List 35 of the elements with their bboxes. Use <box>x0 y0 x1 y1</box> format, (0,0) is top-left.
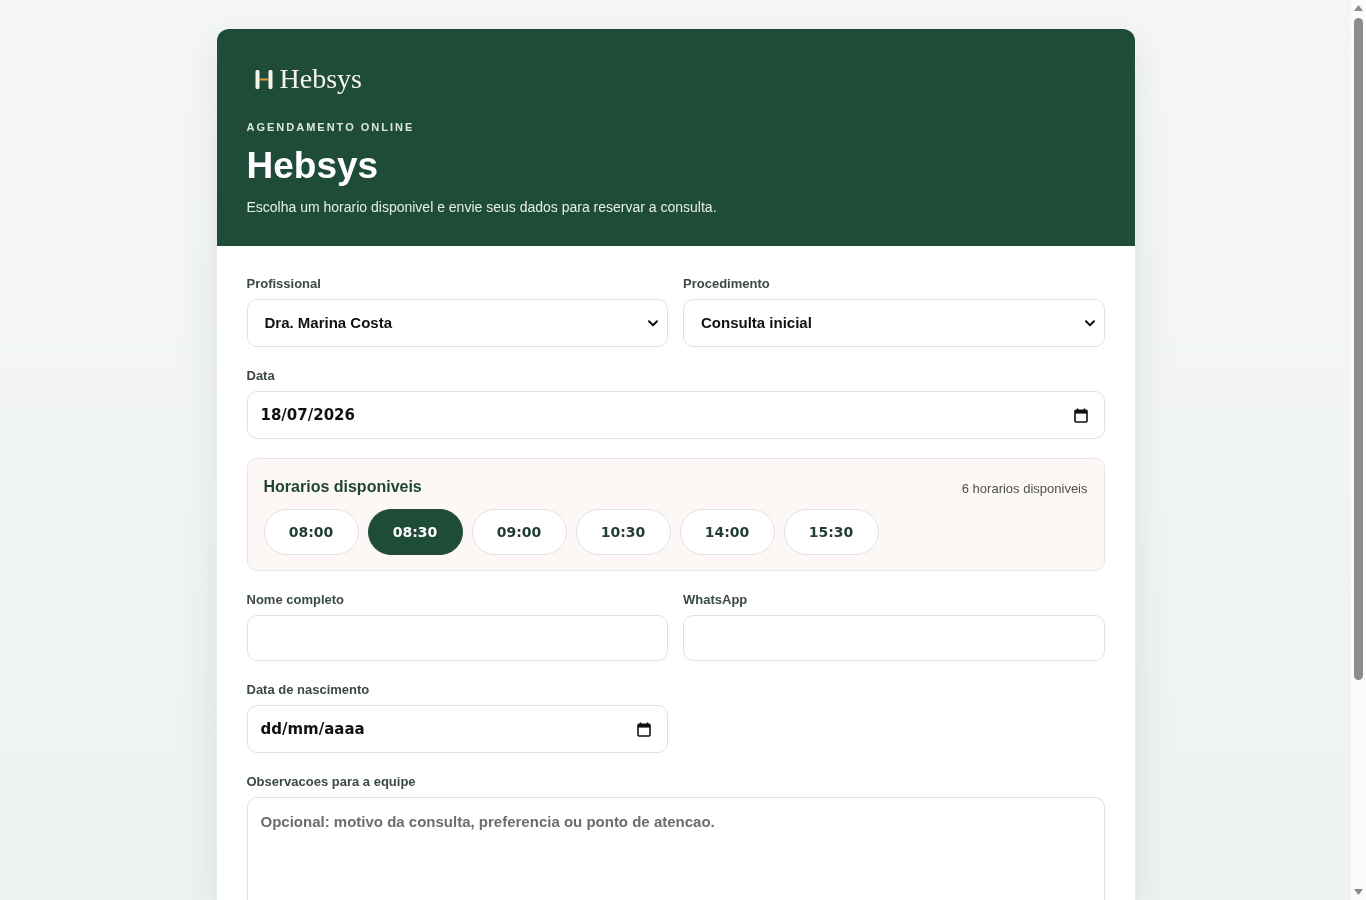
scrollbar[interactable] <box>1351 0 1366 900</box>
chevron-down-icon <box>1084 319 1095 327</box>
scroll-up-icon[interactable] <box>1354 5 1363 11</box>
calendar-icon <box>1073 407 1088 423</box>
field-label: Profissional <box>246 276 321 292</box>
calendar-icon <box>637 721 651 737</box>
time-slot-button[interactable]: 10:30 <box>575 509 671 555</box>
field-label: Data de nascimento <box>246 682 370 698</box>
scroll-down-icon[interactable] <box>1354 889 1363 895</box>
page-subtitle: Escolha um horario disponivel e envie seus dados para reservar a consulta. <box>246 198 717 217</box>
field-label: Procedimento <box>683 276 770 292</box>
field-label: Nome completo <box>246 592 344 608</box>
whatsapp-input[interactable] <box>683 615 1105 661</box>
slots-title: Horarios disponiveis <box>263 477 422 497</box>
logo-icon <box>254 69 273 89</box>
eyebrow-text: AGENDAMENTO ONLINE <box>246 120 415 135</box>
scrollbar-thumb[interactable] <box>1354 18 1363 680</box>
field-label: Data <box>246 368 275 384</box>
professional-select[interactable]: Dra. Marina Costa <box>246 299 668 347</box>
time-slot-button[interactable]: 14:00 <box>679 509 775 555</box>
date-field[interactable]: 18/07/2026 <box>246 391 1105 439</box>
time-slot-button[interactable]: 15:30 <box>783 509 879 555</box>
full-name-input[interactable] <box>246 615 668 661</box>
field-label: WhatsApp <box>683 592 748 608</box>
time-slot-button[interactable]: 08:30 <box>367 509 463 555</box>
field-label: Observacoes para a equipe <box>246 774 416 790</box>
notes-textarea[interactable]: Opcional: motivo da consulta, preferencia ou ponto de atencao. <box>246 797 1105 900</box>
time-slot-button[interactable]: 08:00 <box>263 509 359 555</box>
chevron-down-icon <box>648 319 658 327</box>
page-title: Hebsys <box>246 144 379 188</box>
procedure-select[interactable]: Consulta inicial <box>683 299 1105 347</box>
time-slot-button[interactable]: 09:00 <box>471 509 567 555</box>
birth-date-field[interactable]: dd/mm/aaaa <box>246 705 668 753</box>
logo-text: Hebsys <box>279 65 362 93</box>
slots-count: 6 horarios disponiveis <box>961 480 1088 498</box>
